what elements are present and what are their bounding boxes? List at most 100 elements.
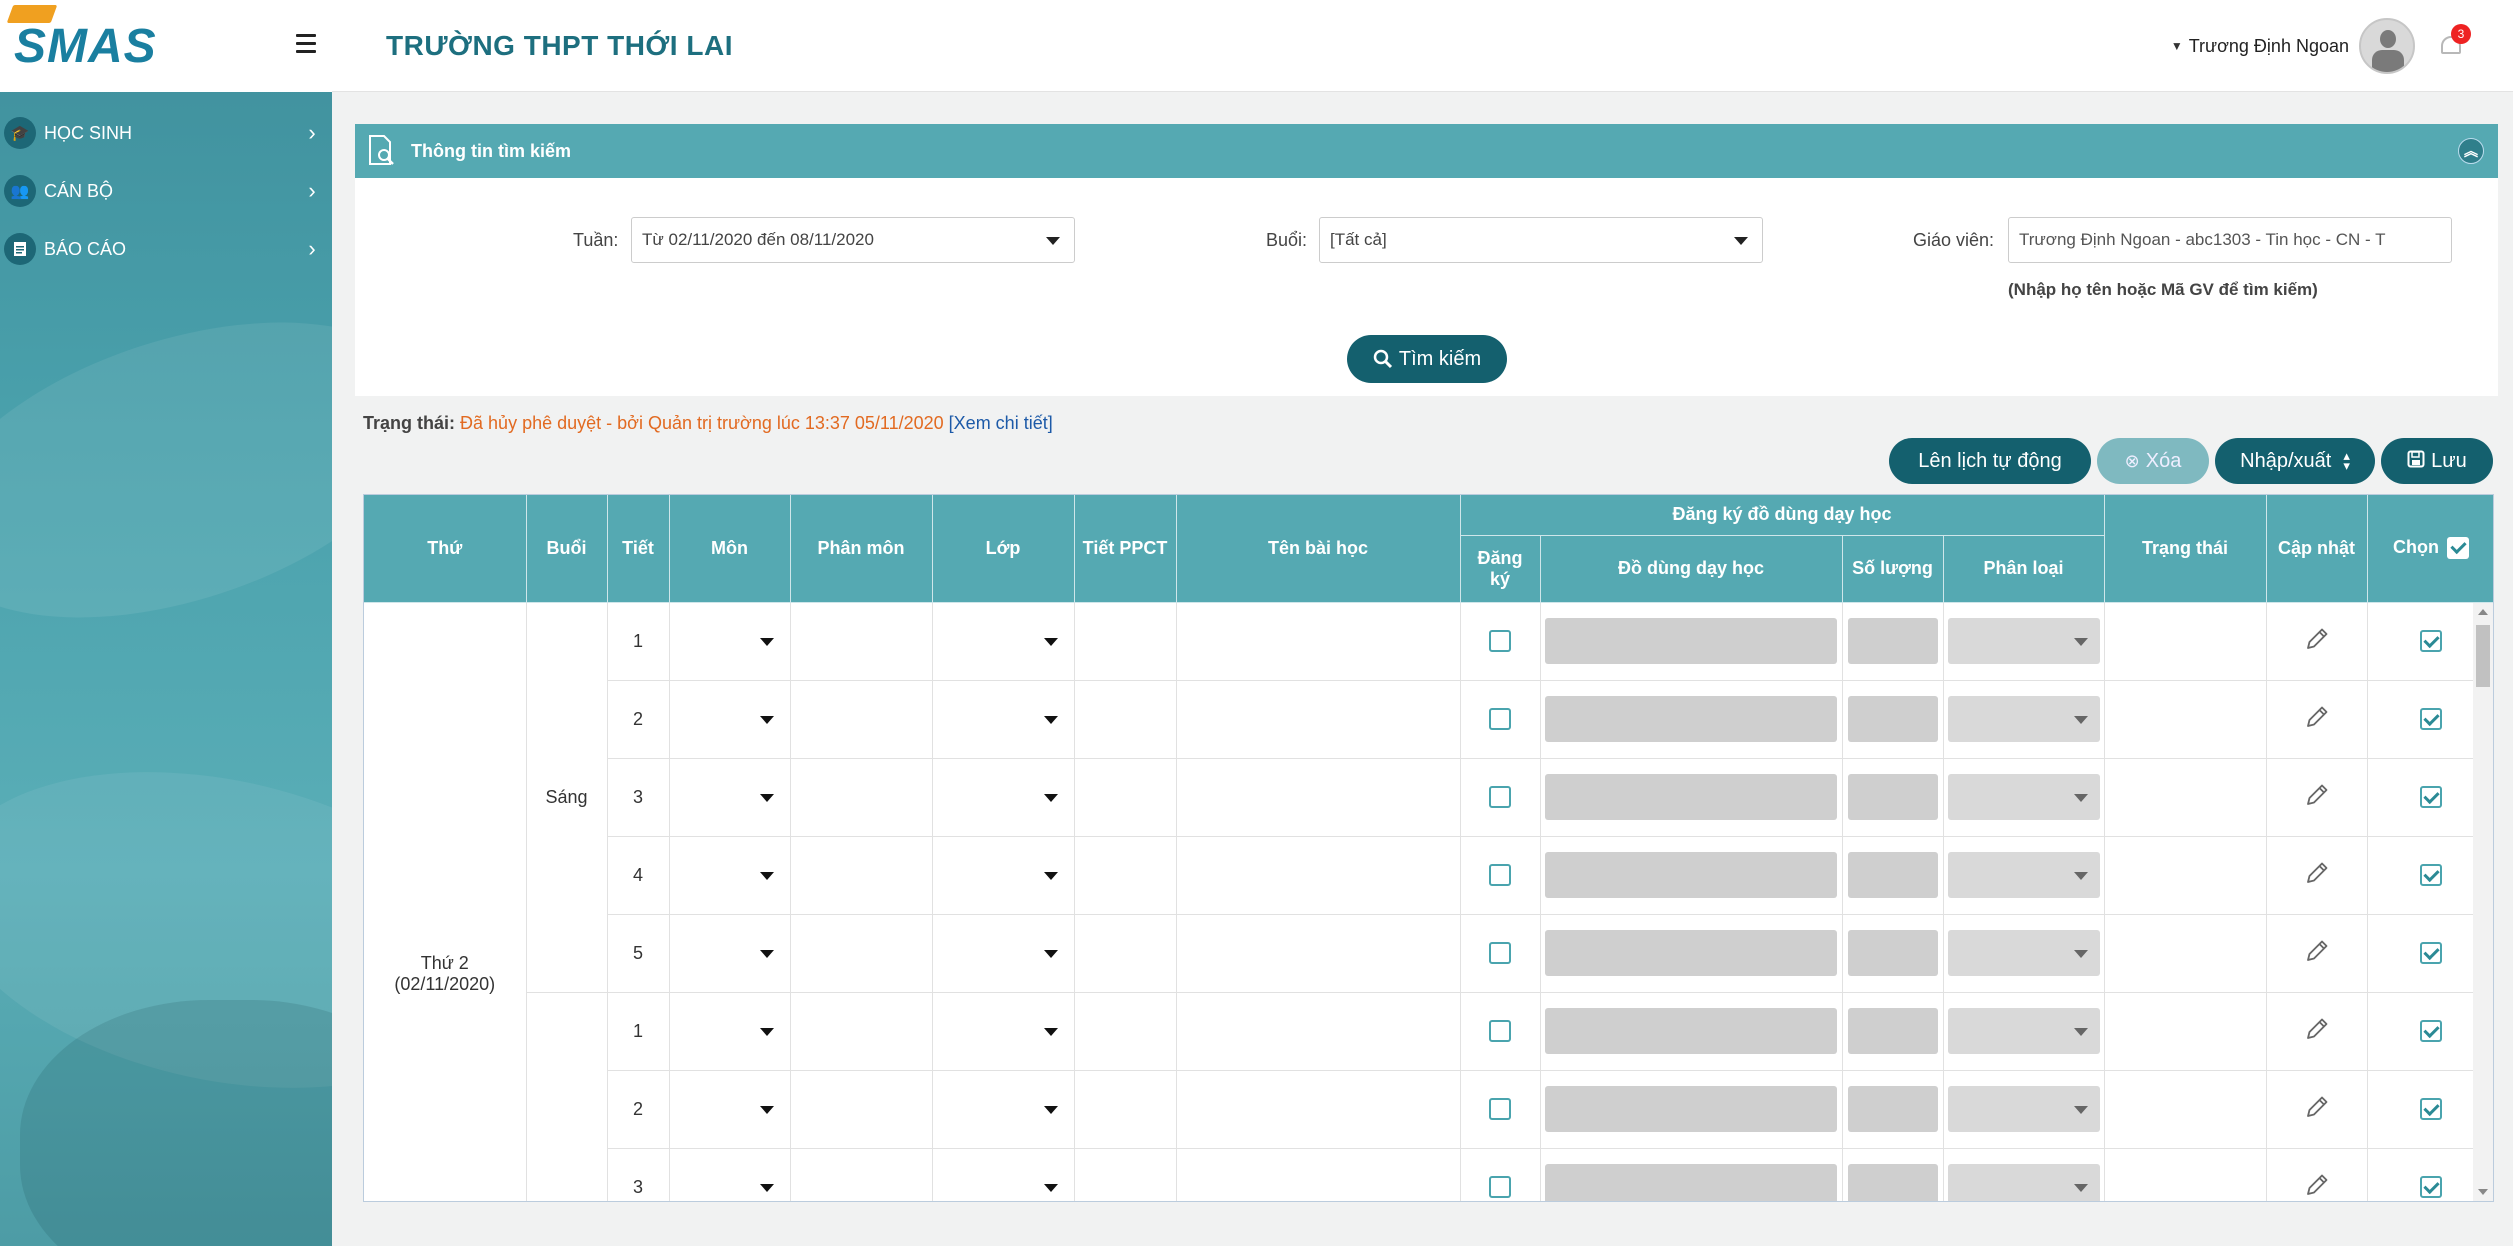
class-dropdown[interactable] — [932, 992, 1075, 1071]
row-select-checkbox[interactable] — [2420, 864, 2443, 887]
hamburger-menu-icon[interactable] — [296, 34, 316, 54]
table-scrollbar[interactable] — [2473, 603, 2493, 1201]
subject-dropdown[interactable] — [669, 602, 791, 681]
pencil-edit-icon[interactable] — [2304, 938, 2330, 969]
save-button[interactable]: Lưu — [2381, 438, 2493, 484]
state-cell — [2104, 602, 2267, 681]
bell-icon[interactable]: 3 — [2439, 24, 2471, 60]
sidebar-item-hoc-sinh[interactable]: 🎓 HỌC SINH › — [0, 104, 332, 162]
col-header-category: Phân loại — [1943, 535, 2105, 603]
pencil-edit-icon[interactable] — [2304, 860, 2330, 891]
lesson-cell[interactable] — [1176, 758, 1461, 837]
class-dropdown[interactable] — [932, 836, 1075, 915]
pencil-edit-icon[interactable] — [2304, 1094, 2330, 1125]
lesson-cell[interactable] — [1176, 680, 1461, 759]
register-checkbox[interactable] — [1489, 708, 1511, 731]
lesson-cell[interactable] — [1176, 1070, 1461, 1149]
ppct-cell[interactable] — [1074, 758, 1177, 837]
pencil-edit-icon[interactable] — [2304, 1016, 2330, 1047]
auto-schedule-button[interactable]: Lên lịch tự động — [1889, 438, 2091, 484]
pencil-edit-icon[interactable] — [2304, 782, 2330, 813]
subject-dropdown[interactable] — [669, 758, 791, 837]
row-select-checkbox[interactable] — [2420, 708, 2443, 731]
subject-dropdown[interactable] — [669, 680, 791, 759]
ppct-cell[interactable] — [1074, 1148, 1177, 1201]
caret-down-icon — [1043, 1105, 1058, 1114]
class-dropdown[interactable] — [932, 1148, 1075, 1201]
pencil-edit-icon[interactable] — [2304, 704, 2330, 735]
caret-down-icon — [2073, 638, 2088, 646]
subject-dropdown[interactable] — [669, 914, 791, 993]
scrollbar-thumb[interactable] — [2476, 625, 2490, 687]
view-details-link[interactable]: [Xem chi tiết] — [949, 413, 1053, 433]
delete-button[interactable]: ⊗ Xóa — [2097, 438, 2209, 484]
caret-down-icon — [1043, 1183, 1058, 1192]
pencil-edit-icon[interactable] — [2304, 626, 2330, 657]
lesson-cell[interactable] — [1176, 602, 1461, 681]
register-checkbox[interactable] — [1489, 786, 1511, 809]
ppct-cell[interactable] — [1074, 992, 1177, 1071]
chevron-right-icon: › — [308, 120, 316, 145]
pencil-edit-icon[interactable] — [2304, 1172, 2330, 1202]
class-dropdown[interactable] — [932, 602, 1075, 681]
caret-down-icon[interactable]: ▼ — [2171, 39, 2183, 53]
sidebar-item-can-bo[interactable]: 👥 CÁN BỘ › — [0, 162, 332, 220]
ppct-cell[interactable] — [1074, 836, 1177, 915]
import-export-button[interactable]: Nhập/xuất ▴ ▾ — [2215, 438, 2375, 484]
lesson-cell[interactable] — [1176, 992, 1461, 1071]
subject-dropdown[interactable] — [669, 836, 791, 915]
avatar[interactable] — [2359, 18, 2415, 74]
search-button[interactable]: Tìm kiếm — [1347, 335, 1507, 383]
class-dropdown[interactable] — [932, 680, 1075, 759]
ppct-cell[interactable] — [1074, 680, 1177, 759]
scroll-up-arrow-icon[interactable] — [2478, 609, 2488, 615]
session-select[interactable]: [Tất cả] — [1319, 217, 1763, 263]
week-select[interactable]: Từ 02/11/2020 đến 08/11/2020 — [631, 217, 1075, 263]
ppct-cell[interactable] — [1074, 602, 1177, 681]
row-select-checkbox[interactable] — [2420, 786, 2443, 809]
week-select-value: Từ 02/11/2020 đến 08/11/2020 — [642, 230, 874, 249]
scroll-down-arrow-icon[interactable] — [2478, 1189, 2488, 1195]
teacher-input[interactable] — [2008, 217, 2452, 263]
class-dropdown[interactable] — [932, 758, 1075, 837]
category-select — [1947, 1008, 2100, 1054]
row-select-checkbox[interactable] — [2420, 1176, 2443, 1199]
caret-down-icon — [1043, 871, 1058, 880]
register-cell — [1460, 1070, 1541, 1149]
user-name-menu[interactable]: Trương Định Ngoan — [2189, 36, 2349, 57]
row-select-checkbox[interactable] — [2420, 1020, 2443, 1043]
collapse-chevron-up-icon[interactable]: ︽ — [2458, 138, 2484, 164]
ppct-cell[interactable] — [1074, 1070, 1177, 1149]
page-title: TRƯỜNG THPT THỚI LAI — [386, 30, 733, 61]
select-all-checkbox[interactable] — [2447, 537, 2469, 560]
register-checkbox[interactable] — [1489, 864, 1511, 887]
row-select-checkbox[interactable] — [2420, 630, 2443, 653]
register-checkbox[interactable] — [1489, 1020, 1511, 1043]
lesson-cell[interactable] — [1176, 836, 1461, 915]
register-checkbox[interactable] — [1489, 630, 1511, 653]
lesson-cell[interactable] — [1176, 914, 1461, 993]
class-dropdown[interactable] — [932, 1070, 1075, 1149]
smas-logo[interactable]: SMAS — [6, 4, 157, 74]
subject-dropdown[interactable] — [669, 1148, 791, 1201]
sidebar-item-bao-cao[interactable]: BÁO CÁO › — [0, 220, 332, 278]
register-checkbox[interactable] — [1489, 942, 1511, 965]
class-dropdown[interactable] — [932, 914, 1075, 993]
sub-subject-cell — [790, 602, 933, 681]
day-cell: Thứ 2 (02/11/2020) — [364, 602, 527, 1201]
subject-dropdown[interactable] — [669, 1070, 791, 1149]
subject-dropdown[interactable] — [669, 992, 791, 1071]
sidebar-menu: 🎓 HỌC SINH › 👥 CÁN BỘ › BÁO CÁO › — [0, 104, 332, 278]
quantity-cell — [1842, 758, 1944, 837]
register-cell — [1460, 758, 1541, 837]
row-select-checkbox[interactable] — [2420, 1098, 2443, 1121]
lesson-cell[interactable] — [1176, 1148, 1461, 1201]
caret-down-icon — [759, 949, 774, 958]
quantity-input — [1847, 1164, 1938, 1201]
row-select-checkbox[interactable] — [2420, 942, 2443, 965]
ppct-cell[interactable] — [1074, 914, 1177, 993]
logo-bar: SMAS — [0, 0, 332, 92]
register-checkbox[interactable] — [1489, 1098, 1511, 1121]
category-cell — [1943, 914, 2105, 993]
register-checkbox[interactable] — [1489, 1176, 1511, 1199]
